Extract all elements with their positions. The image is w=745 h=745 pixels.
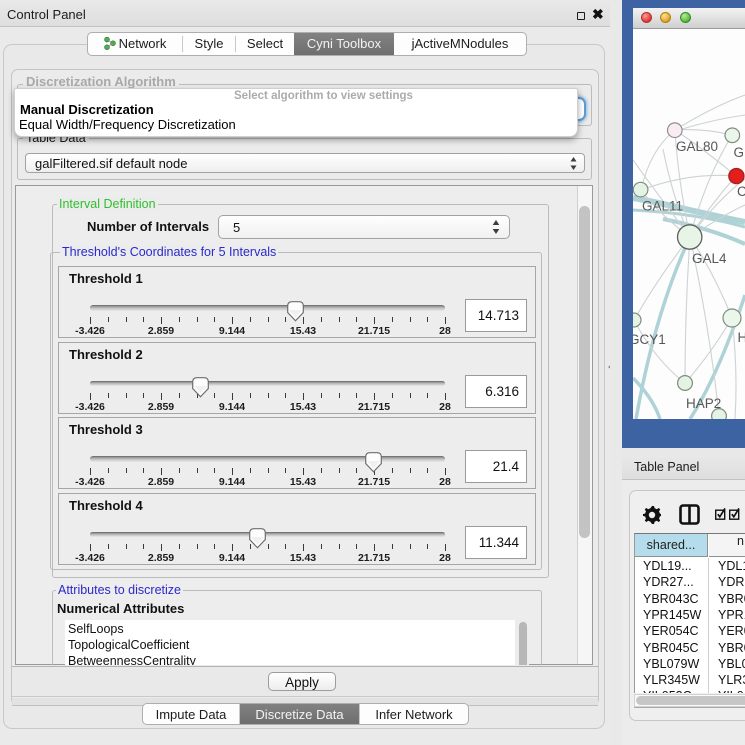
svg-text:G.: G.: [734, 145, 745, 160]
svg-text:C: C: [737, 184, 745, 199]
svg-text:GAL4: GAL4: [692, 251, 727, 266]
svg-text:GAL11: GAL11: [642, 199, 683, 214]
svg-text:H: H: [738, 330, 745, 345]
svg-text:GCY1: GCY1: [633, 332, 666, 347]
svg-text:GAL80: GAL80: [676, 139, 718, 154]
svg-text:HAP2: HAP2: [686, 396, 721, 411]
